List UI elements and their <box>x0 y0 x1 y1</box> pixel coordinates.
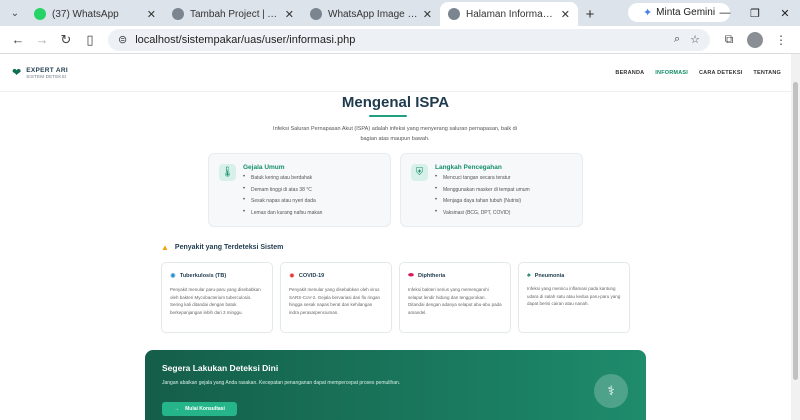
globe-icon <box>448 8 460 20</box>
disease-desc: Penyakit menular yang disebabkan oleh vi… <box>289 287 381 315</box>
page-description: Infeksi Saluran Pernapasan Akut (ISPA) a… <box>273 126 517 142</box>
url-text: localhost/sistempakar/uas/user/informasi… <box>135 33 356 46</box>
disease-name: Pneumonia <box>534 272 565 279</box>
gemini-label: Minta Gemini <box>656 7 716 18</box>
list-item: Menggunakan masker di tempat umum <box>435 186 530 199</box>
browser-toolbar: ← → ↻ ▯ ⊜ localhost/sistempakar/uas/user… <box>0 26 800 54</box>
page-scrollbar[interactable] <box>791 54 800 420</box>
menu-tentang[interactable]: TENTANG <box>753 70 781 76</box>
site-info-icon[interactable]: ⊜ <box>118 33 127 46</box>
virus-icon: ✹ <box>289 273 295 280</box>
scrollbar-thumb[interactable] <box>793 82 798 380</box>
brand-subtitle: SISTEM DETEKSI <box>26 73 67 79</box>
globe-icon <box>172 8 184 20</box>
menu-cara-deteksi[interactable]: CARA DETEKSI <box>699 70 742 76</box>
brand-logo[interactable]: ❤ EXPERT ARI SISTEM DETEKSI <box>12 66 68 80</box>
arrow-right-icon: → <box>174 406 180 412</box>
forward-icon[interactable]: → <box>30 28 54 52</box>
disease-name: Diphtheria <box>417 273 446 279</box>
pencegahan-card: ⛨ Langkah Pencegahan Mencuci tangan seca… <box>400 153 583 227</box>
list-item: Sesak napas atau nyeri dada <box>243 197 322 210</box>
disease-card-pneumonia: ♠ Pneumonia Infeksi yang memicu inflamasi… <box>518 262 630 333</box>
tab-search-icon[interactable]: ⌄ <box>4 2 26 24</box>
tab-halaman-informasi[interactable]: Halaman Informasi - Mengen ✕ <box>440 2 578 26</box>
warning-icon: ▲ <box>161 243 169 252</box>
list-item: Vaksinasi (BCG, DPT, COVID) <box>435 209 530 222</box>
avatar[interactable] <box>747 31 763 48</box>
start-consultation-button[interactable]: → Mulai Konsultasi <box>162 402 237 416</box>
menu-informasi[interactable]: INFORMASI <box>655 70 688 76</box>
disease-name: COVID-19 <box>298 273 325 279</box>
disease-card-tb: ✺ Tuberkulosis (TB) Penyakit menular paru… <box>161 262 273 333</box>
disease-card-covid: ✹ COVID-19 Penyakit menular yang disebabk… <box>280 262 392 333</box>
list-item: Lemas dan kurang nafsu makan <box>243 209 322 222</box>
window-controls: — ❐ ✕ <box>710 0 800 26</box>
bacteria-icon: ✺ <box>170 273 176 280</box>
diseases-heading: ▲ Penyakit yang Terdeteksi Sistem <box>161 243 283 252</box>
shield-icon: ⛨ <box>411 164 428 181</box>
close-window-icon[interactable]: ✕ <box>770 0 800 26</box>
title-underline <box>369 115 407 117</box>
tab-whatsapp-image[interactable]: WhatsApp Image 2026-08-0 ✕ <box>302 2 440 26</box>
restore-icon[interactable]: ❐ <box>740 0 770 26</box>
more-menu-icon[interactable]: ⋮ <box>768 28 794 52</box>
minimize-icon[interactable]: — <box>710 0 740 26</box>
cta-title: Segera Lakukan Deteksi Dini <box>162 363 279 373</box>
heartbeat-icon: ❤ <box>12 67 22 79</box>
extensions-icon[interactable]: ⧉ <box>716 28 742 52</box>
pencegahan-title: Langkah Pencegahan <box>435 164 502 171</box>
close-icon[interactable]: ✕ <box>423 8 432 21</box>
new-tab-button[interactable]: + <box>578 2 602 26</box>
cta-banner: Segera Lakukan Deteksi Dini Jangan abaik… <box>145 350 646 420</box>
list-item: Menjaga daya tahan tubuh (Nutrisi) <box>435 197 530 210</box>
thermometer-icon: 🌡 <box>219 164 236 181</box>
diseases-title: Penyakit yang Terdeteksi Sistem <box>174 244 284 251</box>
tab-title: WhatsApp Image 2026-08-0 <box>328 8 419 20</box>
sparkle-icon: ✦ <box>642 7 653 19</box>
disease-desc: Infeksi bakteri serius yang memengaruhi … <box>408 287 502 315</box>
tab-tambah-project[interactable]: Tambah Project | Admin ✕ <box>164 2 302 26</box>
cta-description: Jangan abaikan gejala yang Anda rasakan.… <box>162 380 401 386</box>
gejala-title: Gejala Umum <box>243 164 285 171</box>
back-icon[interactable]: ← <box>6 28 30 52</box>
address-bar[interactable]: ⊜ localhost/sistempakar/uas/user/informa… <box>108 28 710 51</box>
list-item: Batuk kering atau berdahak <box>243 174 322 187</box>
globe-icon <box>310 8 322 20</box>
close-icon[interactable]: ✕ <box>561 8 570 21</box>
main-menu: BERANDA INFORMASI CARA DETEKSI TENTANG <box>615 70 781 76</box>
page-content: ❤ EXPERT ARI SISTEM DETEKSI BERANDA INFO… <box>0 54 791 420</box>
tab-title: (37) WhatsApp <box>52 8 119 20</box>
page-title: Mengenal ISPA <box>341 94 450 111</box>
bookmark-star-icon[interactable]: ☆ <box>690 33 700 46</box>
brand-name: EXPERT ARI <box>26 66 68 74</box>
close-icon[interactable]: ✕ <box>285 8 294 21</box>
zoom-icon[interactable]: ⌕ <box>674 33 680 46</box>
doctor-icon: ⚕ <box>594 374 628 408</box>
tab-title: Tambah Project | Admin <box>190 8 281 20</box>
disease-name: Tuberkulosis (TB) <box>179 273 227 279</box>
menu-beranda[interactable]: BERANDA <box>615 70 644 76</box>
site-navbar: ❤ EXPERT ARI SISTEM DETEKSI BERANDA INFO… <box>0 54 791 92</box>
disease-desc: Infeksi yang memicu inflamasi pada kantu… <box>527 286 621 306</box>
disease-desc: Penyakit menular paru-paru yang disebabk… <box>170 287 261 315</box>
gejala-card: 🌡 Gejala Umum Batuk kering atau berdahak… <box>208 153 391 227</box>
disease-card-diphtheria: ⬬ Diphtheria Infeksi bakteri serius yang … <box>399 262 511 333</box>
reload-icon[interactable]: ↻ <box>54 28 78 52</box>
pills-icon: ⬬ <box>408 272 414 279</box>
whatsapp-icon <box>34 8 46 20</box>
list-item: Demam tinggi di atas 38 °C <box>243 186 322 199</box>
lungs-icon: ♠ <box>527 272 531 279</box>
list-item: Mencuci tangan secara teratur <box>435 174 530 187</box>
close-icon[interactable]: ✕ <box>147 8 156 21</box>
button-label: Mulai Konsultasi <box>185 406 225 412</box>
tab-strip: ⌄ (37) WhatsApp ✕ Tambah Project | Admin… <box>0 0 800 26</box>
tab-title: Halaman Informasi - Mengen <box>466 8 557 20</box>
tab-whatsapp[interactable]: (37) WhatsApp ✕ <box>26 2 164 26</box>
side-panel-icon[interactable]: ▯ <box>78 28 102 52</box>
browser-window: ⌄ (37) WhatsApp ✕ Tambah Project | Admin… <box>0 0 800 420</box>
